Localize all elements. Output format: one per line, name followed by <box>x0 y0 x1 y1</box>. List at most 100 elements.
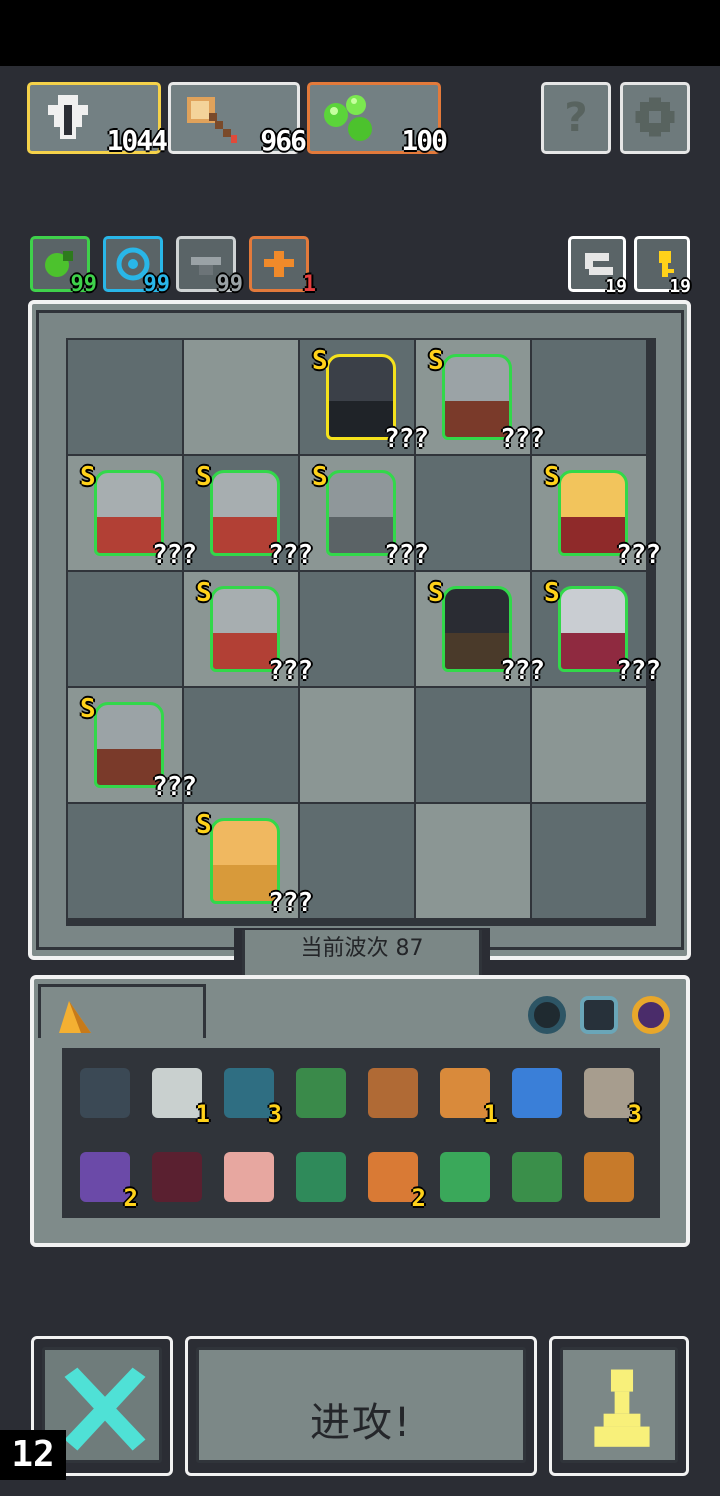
gear-icon <box>635 97 675 137</box>
purple-ring-icon[interactable] <box>632 996 670 1034</box>
board-cell[interactable] <box>184 340 298 454</box>
board-cell[interactable] <box>68 572 182 686</box>
dark-ring-icon[interactable] <box>528 996 566 1034</box>
board-cell[interactable] <box>416 456 530 570</box>
corner-number: 12 <box>0 1430 66 1480</box>
chip-key[interactable]: 19 <box>634 236 691 297</box>
unit-golden-brawler[interactable]: S??? <box>184 804 313 918</box>
inventory-item[interactable] <box>504 1144 570 1210</box>
inventory-grid: 1 3 1 3 2 2 <box>62 1048 660 1218</box>
unit-tier: S <box>80 462 96 492</box>
inventory-item[interactable] <box>288 1060 354 1126</box>
attack-button-face: 进攻! <box>196 1347 526 1463</box>
eye-ring-icon <box>152 1152 202 1202</box>
unit-level: ??? <box>616 540 661 570</box>
unit-tier: S <box>312 346 328 376</box>
board-cell[interactable] <box>532 340 646 454</box>
attack-button[interactable]: 进攻! <box>185 1336 537 1476</box>
chip-count: 1 <box>302 272 316 297</box>
inventory-item[interactable]: 2 <box>360 1144 426 1212</box>
orange-arrow-icon <box>264 251 294 277</box>
red-box-icon <box>440 1068 490 1118</box>
shield-heart-icon <box>48 95 88 139</box>
inventory-tab[interactable] <box>38 984 206 1038</box>
settings-button[interactable] <box>620 82 690 154</box>
inventory-item[interactable] <box>360 1060 426 1126</box>
unit-helmet-guard[interactable]: S??? <box>300 456 429 570</box>
board-cell[interactable] <box>416 804 530 918</box>
map-icon <box>584 1068 634 1118</box>
chip-refresh[interactable]: 19 <box>568 236 627 297</box>
board-cell[interactable] <box>300 572 414 686</box>
item-count: 2 <box>123 1184 138 1212</box>
unit-shield-soldier[interactable]: S??? <box>68 688 197 802</box>
heart-gem-icon <box>224 1068 274 1118</box>
resource-shield: 1044 <box>27 82 168 157</box>
resource-axe-value: 966 <box>260 124 307 157</box>
chip-blue-swirl[interactable]: 99 <box>103 236 170 297</box>
unit-swordsman[interactable]: S??? <box>184 456 313 570</box>
blue-wisp-icon <box>512 1068 562 1118</box>
board-cell[interactable] <box>184 688 298 802</box>
hand-icon <box>224 1152 274 1202</box>
inventory-item[interactable] <box>504 1060 570 1126</box>
dagger-icon <box>368 1068 418 1118</box>
unit-tier: S <box>312 462 328 492</box>
pawn-icon <box>594 1369 650 1447</box>
green-axe-icon <box>296 1152 346 1202</box>
board-cell[interactable] <box>532 688 646 802</box>
inventory-item[interactable]: 1 <box>144 1060 210 1128</box>
chest-icon <box>296 1068 346 1118</box>
board-cell[interactable] <box>300 804 414 918</box>
resource-orbs-value: 100 <box>401 124 448 157</box>
inventory-item[interactable]: 3 <box>216 1060 282 1128</box>
armor-icon[interactable] <box>580 996 618 1034</box>
unit-shield-soldier[interactable]: S??? <box>416 340 545 454</box>
help-button[interactable]: ? <box>541 82 611 154</box>
board-cell[interactable] <box>416 688 530 802</box>
inventory-item[interactable] <box>144 1144 210 1210</box>
unit-black-hat-hunter[interactable]: S??? <box>416 572 545 686</box>
chip-count: 99 <box>70 272 98 297</box>
chip-green-potion[interactable]: 99 <box>30 236 97 297</box>
unit-level: ??? <box>268 656 313 686</box>
inventory-item[interactable] <box>288 1144 354 1210</box>
inventory-item[interactable] <box>216 1144 282 1210</box>
resource-axe: 966 <box>168 82 307 157</box>
chip-count: 19 <box>669 276 691 297</box>
unit-level: ??? <box>500 424 545 454</box>
crate-icon <box>80 1068 130 1118</box>
green-orbs-icon <box>324 95 372 141</box>
inventory-item[interactable] <box>432 1144 498 1210</box>
chip-orange-arrow[interactable]: 1 <box>249 236 316 297</box>
inventory-item[interactable]: 1 <box>432 1060 498 1128</box>
pawn-button-face <box>560 1347 678 1463</box>
board-cell[interactable] <box>300 688 414 802</box>
inventory-item[interactable] <box>72 1060 138 1126</box>
unit-level: ??? <box>152 772 197 802</box>
board-cell[interactable] <box>532 804 646 918</box>
unit-swordsman[interactable]: S??? <box>184 572 313 686</box>
unit-tier: S <box>428 578 444 608</box>
system-status-bar <box>0 0 720 66</box>
board-cell[interactable] <box>68 340 182 454</box>
unit-tier: S <box>196 462 212 492</box>
purple-potion-icon <box>80 1152 130 1202</box>
unit-tier: S <box>196 810 212 840</box>
resource-shield-value: 1044 <box>106 124 168 157</box>
inventory-item[interactable] <box>576 1144 642 1210</box>
cross-icon <box>64 1367 146 1451</box>
item-count: 3 <box>627 1100 642 1128</box>
unit-blonde-fighter[interactable]: S??? <box>532 456 661 570</box>
unit-tier: S <box>196 578 212 608</box>
item-count: 1 <box>483 1100 498 1128</box>
pawn-button[interactable] <box>549 1336 689 1476</box>
inventory-item[interactable]: 2 <box>72 1144 138 1212</box>
unit-swordsman[interactable]: S??? <box>68 456 197 570</box>
unit-dark-knight[interactable]: S??? <box>300 340 429 454</box>
inventory-item[interactable]: 3 <box>576 1060 642 1128</box>
chip-gray-bird[interactable]: 99 <box>176 236 243 297</box>
board-cell[interactable] <box>68 804 182 918</box>
unit-level: ??? <box>268 888 313 918</box>
unit-silver-hair-mage[interactable]: S??? <box>532 572 661 686</box>
